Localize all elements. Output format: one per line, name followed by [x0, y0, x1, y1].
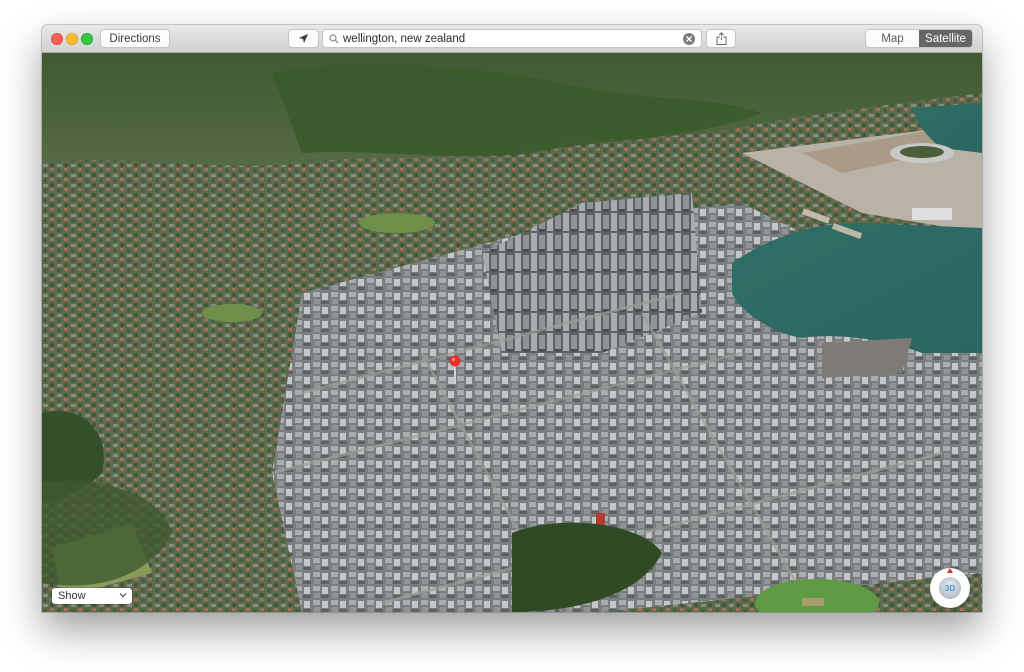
map-mode-tab[interactable]: Map: [866, 30, 919, 47]
minimize-window-button[interactable]: [66, 33, 78, 45]
maps-window: Directions wellington, new zealand Map S…: [42, 25, 982, 612]
clear-search-button[interactable]: [683, 32, 695, 45]
compass-3d-control[interactable]: 3D: [930, 568, 970, 608]
search-input-value[interactable]: wellington, new zealand: [343, 33, 683, 45]
satellite-imagery: [42, 53, 982, 612]
north-indicator-icon: [947, 568, 953, 573]
view-mode-segmented-control: Map Satellite: [865, 29, 973, 48]
current-location-button[interactable]: [288, 29, 319, 48]
satellite-map-view[interactable]: Show 3D − +: [42, 53, 982, 612]
search-icon: [329, 33, 339, 43]
share-button[interactable]: [706, 29, 736, 48]
toolbar: Directions wellington, new zealand Map S…: [42, 25, 982, 53]
zoom-window-button[interactable]: [81, 33, 93, 45]
location-arrow-icon: [298, 33, 309, 44]
share-icon: [716, 32, 726, 45]
show-menu-dropdown[interactable]: Show: [52, 588, 132, 604]
close-window-button[interactable]: [51, 33, 63, 45]
satellite-mode-tab[interactable]: Satellite: [919, 30, 972, 47]
3d-toggle-button[interactable]: 3D: [939, 577, 961, 599]
location-pin[interactable]: [449, 355, 461, 385]
clear-icon: [686, 35, 692, 42]
search-field[interactable]: wellington, new zealand: [322, 29, 702, 48]
chevron-down-icon: [119, 593, 127, 598]
directions-button[interactable]: Directions: [100, 29, 170, 48]
show-menu-label: Show: [58, 590, 86, 602]
